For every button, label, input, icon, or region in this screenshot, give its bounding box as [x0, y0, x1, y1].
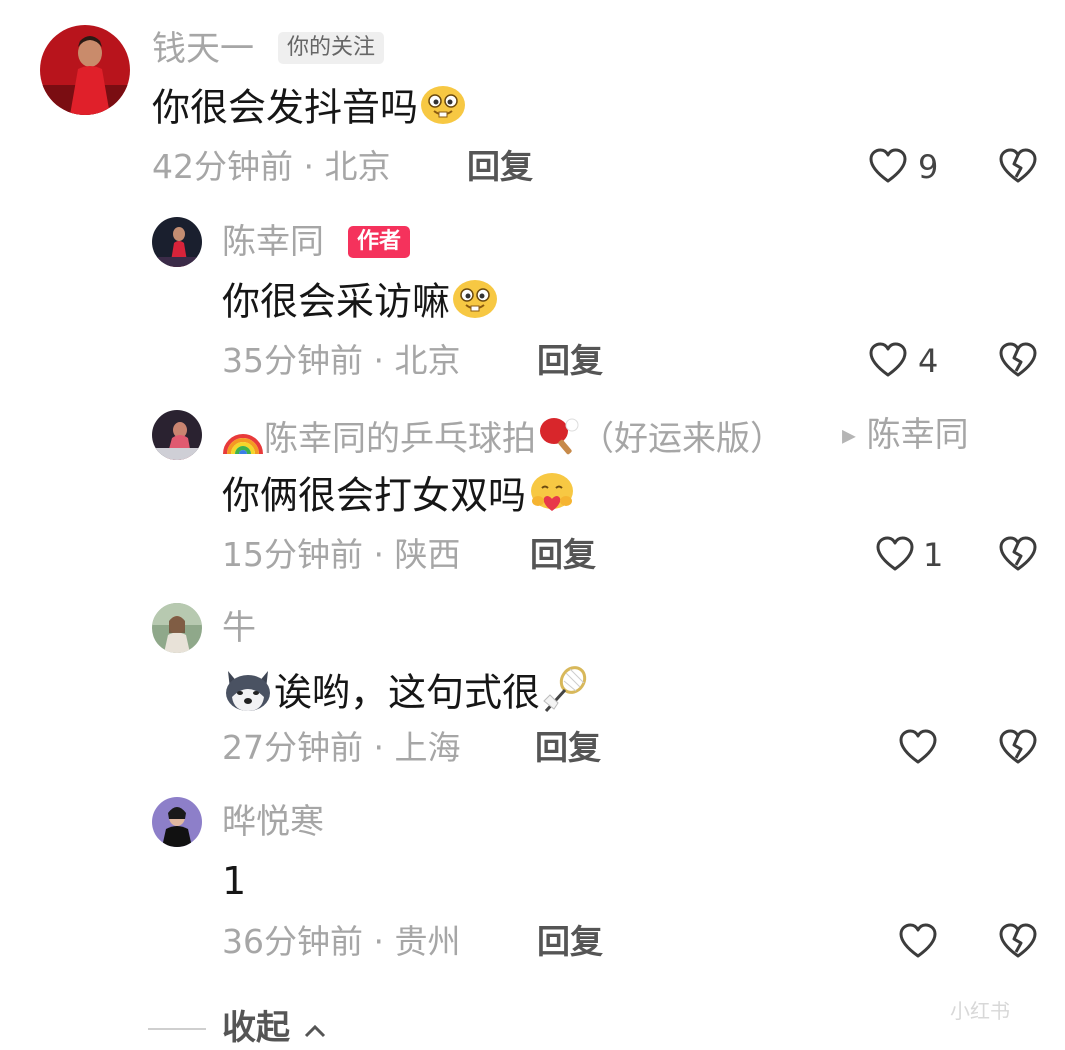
collapse-label: 收起: [222, 1008, 290, 1048]
heart-outline-icon: [898, 922, 938, 966]
username[interactable]: 晔悦寒: [222, 802, 324, 842]
chevron-up-icon: [302, 1010, 328, 1050]
reply-button[interactable]: 回复: [537, 922, 603, 962]
collapse-divider: [148, 1028, 206, 1030]
collapse-replies-button[interactable]: 收起: [222, 1008, 328, 1050]
comment-time-location: 36分钟前 · 贵州: [222, 922, 461, 961]
broken-heart-icon: [999, 923, 1037, 958]
like-button[interactable]: [898, 920, 948, 964]
watermark: 小红书: [950, 999, 1010, 1023]
avatar[interactable]: [152, 797, 202, 847]
comment-text: 1: [222, 859, 247, 903]
comment-item: 晔悦寒 1 36分钟前 · 贵州 回复: [0, 0, 1065, 980]
dislike-button[interactable]: [998, 922, 1042, 966]
